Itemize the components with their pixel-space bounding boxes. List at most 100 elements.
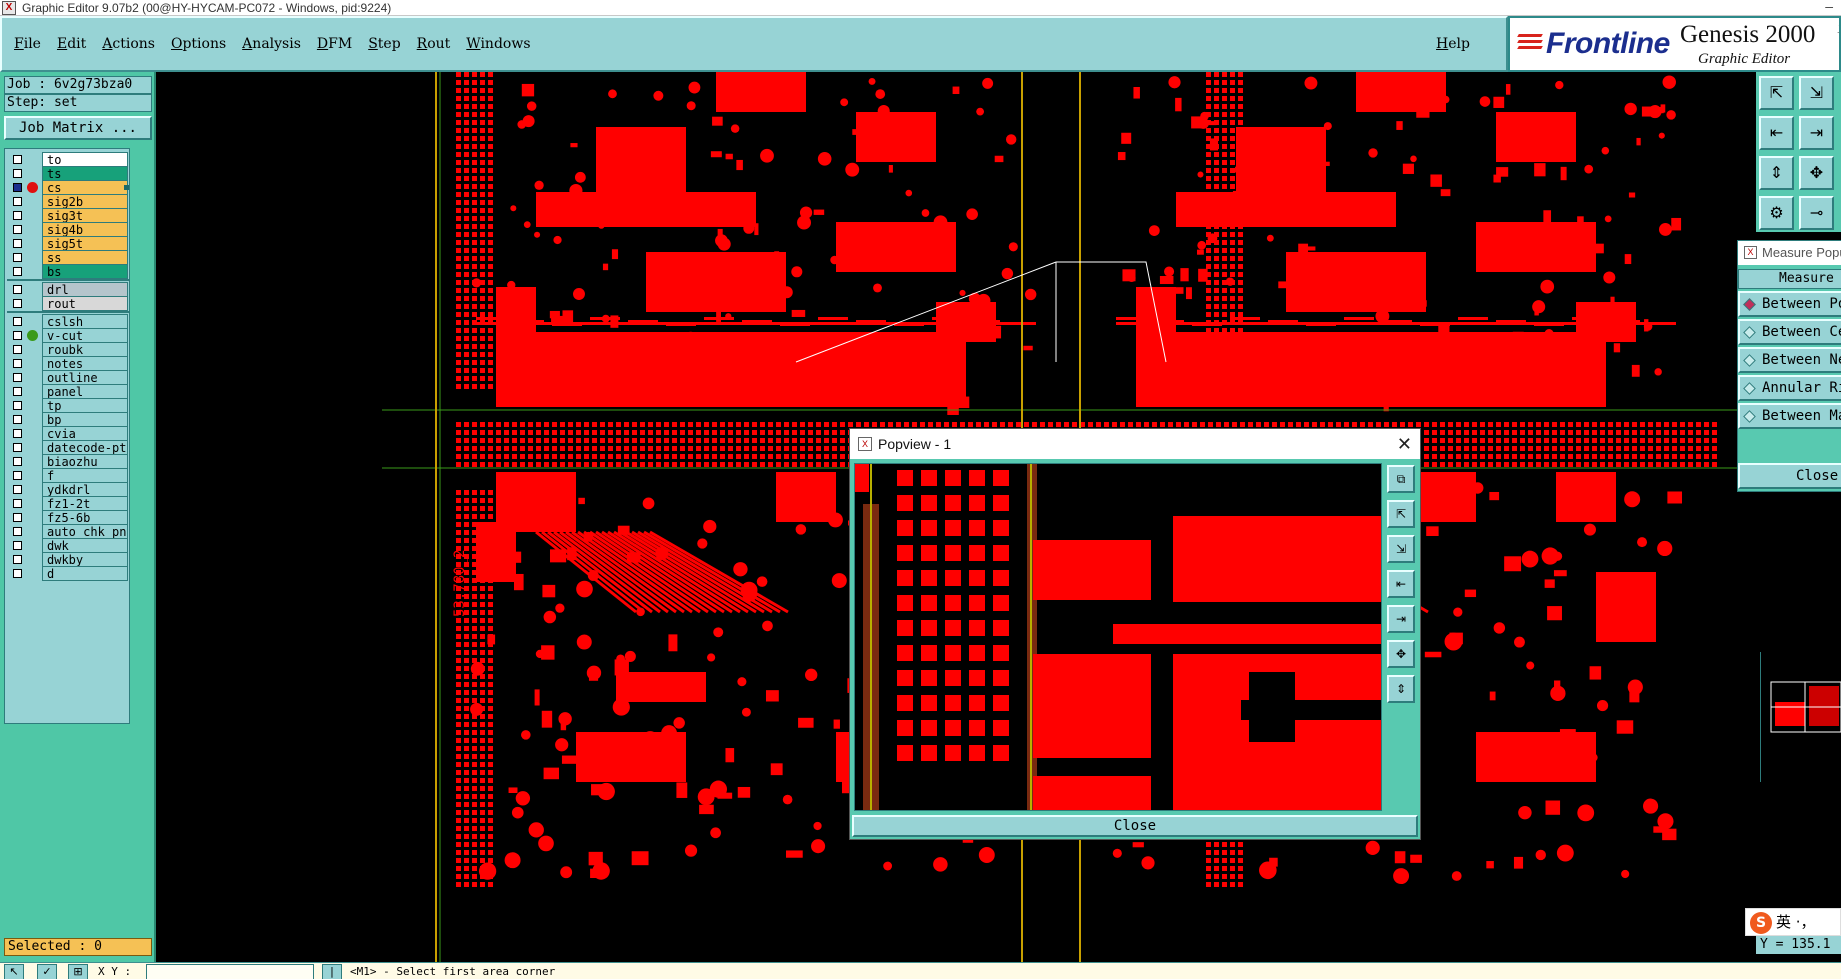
xy-input[interactable] [146, 964, 314, 979]
popview-zoom-out-button[interactable]: ⇲ [1387, 535, 1415, 563]
menu-dfm[interactable]: DFM [317, 36, 352, 52]
layer-row-bs[interactable]: bs [5, 264, 129, 280]
status-check-icon[interactable]: ✓ [37, 964, 57, 979]
layer-checkbox[interactable] [13, 471, 22, 480]
layer-checkbox[interactable] [13, 345, 22, 354]
pan-right-button[interactable]: ⇥ [1799, 116, 1834, 150]
layer-name[interactable]: f [42, 468, 128, 483]
popview-pan-left-button[interactable]: ⇤ [1387, 570, 1415, 598]
layer-name[interactable]: biaozhu [42, 454, 128, 469]
minimize-button[interactable]: – [1825, 0, 1833, 14]
layer-name[interactable]: drl [42, 282, 128, 297]
layer-name[interactable]: bs [42, 264, 128, 279]
layer-name[interactable]: dwk [42, 538, 128, 553]
record-button[interactable]: ⊸ [1799, 196, 1834, 230]
layer-name[interactable]: cs [42, 180, 128, 195]
pan-left-button[interactable]: ⇤ [1759, 116, 1794, 150]
zoom-home-button[interactable]: ⇱ [1759, 76, 1794, 110]
menu-step[interactable]: Step [368, 36, 400, 52]
layer-checkbox[interactable] [13, 155, 22, 164]
menu-edit[interactable]: Edit [57, 36, 86, 52]
menu-actions[interactable]: Actions [102, 36, 155, 52]
layer-checkbox[interactable] [13, 197, 22, 206]
layer-checkbox[interactable] [13, 285, 22, 294]
layer-name[interactable]: fz1-2t [42, 496, 128, 511]
popview-zoom-in-button[interactable]: ⇱ [1387, 500, 1415, 528]
job-matrix-button[interactable]: Job Matrix ... [4, 116, 152, 140]
status-grid-icon[interactable]: ⊞ [68, 964, 88, 979]
layer-name[interactable]: v-cut [42, 328, 128, 343]
layer-name[interactable]: tp [42, 398, 128, 413]
menu-windows[interactable]: Windows [466, 36, 530, 52]
layer-name[interactable]: roubk [42, 342, 128, 357]
layer-name[interactable]: cslsh [42, 314, 128, 329]
popview-pan-right-button[interactable]: ⇥ [1387, 605, 1415, 633]
popview-canvas[interactable] [854, 463, 1382, 811]
popview-fit-all-button[interactable]: ✥ [1387, 640, 1415, 668]
menu-rout[interactable]: Rout [417, 36, 451, 52]
layer-name[interactable]: panel [42, 384, 128, 399]
menu-file[interactable]: File [14, 36, 41, 52]
layer-checkbox[interactable] [13, 569, 22, 578]
measure-option-between-points[interactable]: Between Points [1738, 291, 1841, 317]
layer-checkbox[interactable] [13, 299, 22, 308]
layer-checkbox[interactable] [13, 429, 22, 438]
layer-name[interactable]: datecode-pte [42, 440, 128, 455]
layer-checkbox[interactable] [13, 373, 22, 382]
layer-row-rout[interactable]: rout [5, 296, 129, 312]
layer-checkbox[interactable] [13, 317, 22, 326]
measure-option-between-marks[interactable]: Between Marks [1738, 403, 1841, 429]
popview-close-icon[interactable]: ✕ [1397, 429, 1412, 459]
menu-analysis[interactable]: Analysis [242, 36, 301, 52]
layer-name[interactable]: sig3t [42, 208, 128, 223]
layer-name[interactable]: d [42, 566, 128, 581]
fit-button[interactable]: ⇕ [1759, 156, 1794, 190]
popview-pin-button[interactable]: ⧉ [1387, 465, 1415, 493]
layer-name[interactable]: auto_chk_pni [42, 524, 128, 539]
layer-checkbox[interactable] [13, 401, 22, 410]
layer-checkbox[interactable] [13, 267, 22, 276]
layer-checkbox[interactable] [13, 527, 22, 536]
layer-name[interactable]: bp [42, 412, 128, 427]
layer-checkbox[interactable] [13, 225, 22, 234]
layer-name[interactable]: sig4b [42, 222, 128, 237]
layer-name[interactable]: fz5-6b [42, 510, 128, 525]
menu-options[interactable]: Options [171, 36, 226, 52]
overview-map[interactable] [1760, 652, 1841, 782]
layer-checkbox[interactable] [13, 415, 22, 424]
measure-close-button[interactable]: Close [1738, 463, 1841, 489]
layer-checkbox[interactable] [13, 239, 22, 248]
layer-checkbox[interactable] [13, 253, 22, 262]
layer-checkbox[interactable] [13, 555, 22, 564]
layer-checkbox[interactable] [13, 485, 22, 494]
menu-help[interactable]: Help [1436, 36, 1470, 52]
layer-name[interactable]: outline [42, 370, 128, 385]
measure-option-between-nets[interactable]: Between Nets [1738, 347, 1841, 373]
tools-button[interactable]: ⚙ [1759, 196, 1794, 230]
layer-checkbox[interactable] [13, 457, 22, 466]
layer-row-d[interactable]: d [5, 566, 129, 582]
layer-name[interactable]: ts [42, 166, 128, 181]
popview-close-button[interactable]: Close [852, 815, 1418, 837]
layer-name[interactable]: to [42, 152, 128, 167]
measure-option-annular-ring[interactable]: Annular Ring [1738, 375, 1841, 401]
ime-indicator[interactable]: S英 ·， [1745, 908, 1841, 936]
zoom-out-button[interactable]: ⇲ [1799, 76, 1834, 110]
layer-checkbox[interactable] [13, 513, 22, 522]
layer-checkbox[interactable] [13, 387, 22, 396]
layer-checkbox[interactable] [13, 541, 22, 550]
layer-checkbox[interactable] [13, 499, 22, 508]
layer-name[interactable]: ss [42, 250, 128, 265]
layer-name[interactable]: cvia [42, 426, 128, 441]
layer-name[interactable]: sig2b [42, 194, 128, 209]
layer-name[interactable]: ydkdrl [42, 482, 128, 497]
layer-name[interactable]: sig5t [42, 236, 128, 251]
popview-fit-button[interactable]: ⇕ [1387, 675, 1415, 703]
layer-name[interactable]: dwkby [42, 552, 128, 567]
layer-name[interactable]: notes [42, 356, 128, 371]
layer-name[interactable]: rout [42, 296, 128, 311]
status-select-icon[interactable]: ↖ [4, 964, 24, 979]
layer-checkbox[interactable] [13, 443, 22, 452]
layer-checkbox[interactable] [13, 169, 22, 178]
fit-all-button[interactable]: ✥ [1799, 156, 1834, 190]
